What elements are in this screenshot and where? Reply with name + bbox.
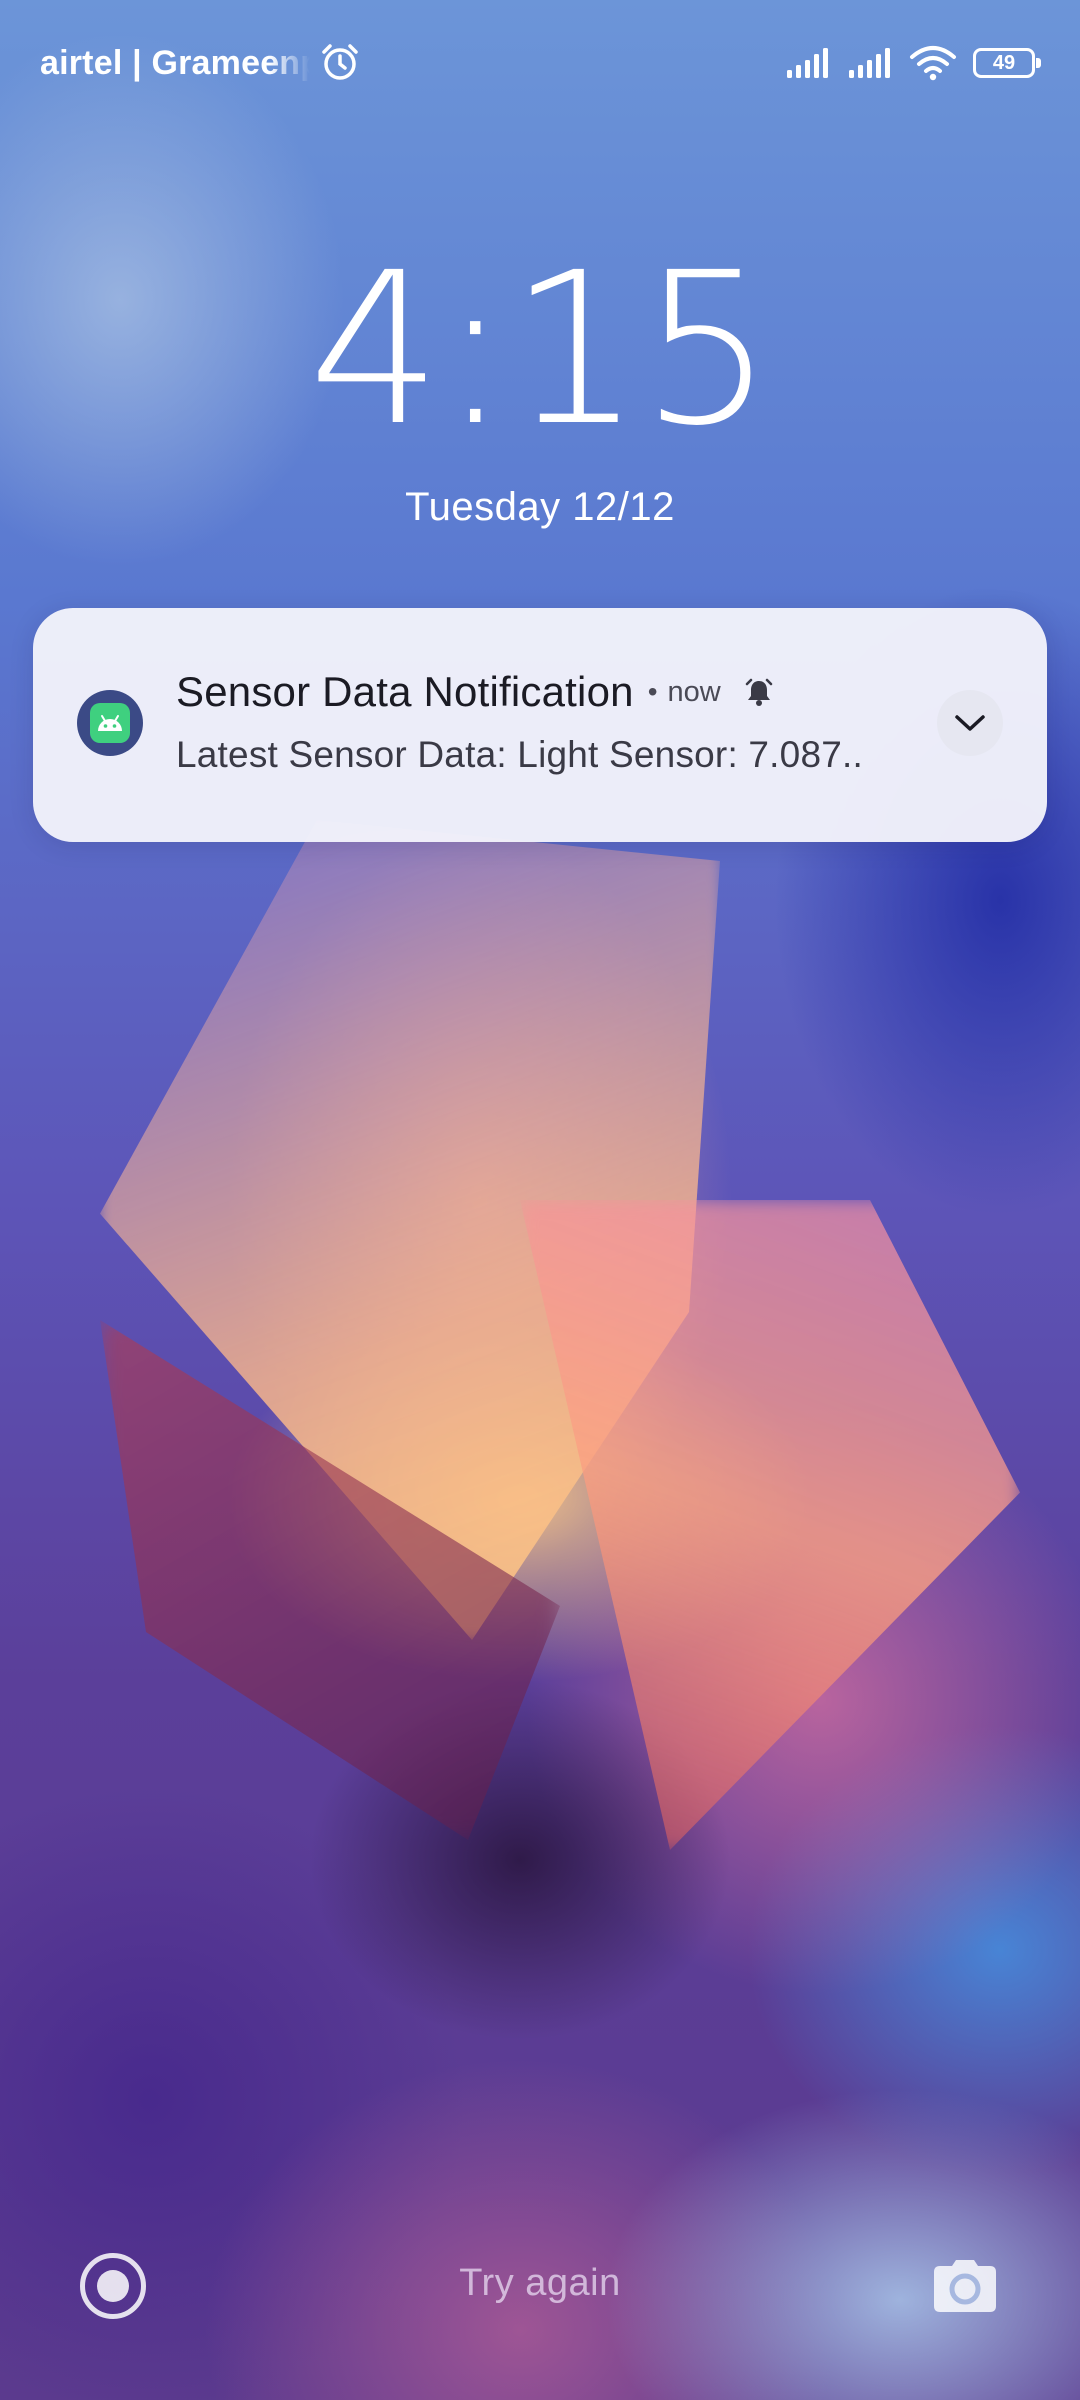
status-icons: 49 (785, 40, 1041, 86)
wifi-icon (909, 45, 957, 81)
alarm-bell-icon (743, 676, 775, 708)
lock-clock: 4:15 (308, 227, 774, 472)
chevron-down-icon (955, 715, 985, 731)
notification-body: Latest Sensor Data: Light Sensor: 7.087.… (176, 734, 863, 775)
carrier-name: airtel | Grameenp (40, 44, 310, 82)
camera-icon[interactable] (932, 2258, 998, 2314)
notification-title: Sensor Data Notification (176, 668, 634, 715)
try-again-text[interactable]: Try again (0, 2262, 1080, 2305)
notification-card[interactable]: Sensor Data Notification • now Latest Se… (33, 608, 1047, 842)
battery-level: 49 (992, 51, 1016, 74)
notification-time: now (667, 675, 721, 708)
battery-icon: 49 (973, 48, 1041, 78)
android-icon (77, 690, 143, 756)
signal-icon (847, 46, 897, 80)
status-bar: airtel | Grameenp 49 (0, 0, 1080, 130)
lock-screen: airtel | Grameenp 49 4:15 Tuesday 12/12 … (0, 0, 1080, 2400)
alarm-icon (318, 40, 362, 84)
expand-button[interactable] (937, 690, 1003, 756)
separator-dot: • (647, 676, 658, 707)
wallpaper-shape (520, 1200, 1020, 1850)
lock-date: Tuesday 12/12 (405, 485, 675, 529)
signal-icon (785, 46, 835, 80)
notification-header: Sensor Data Notification • now (176, 668, 775, 716)
